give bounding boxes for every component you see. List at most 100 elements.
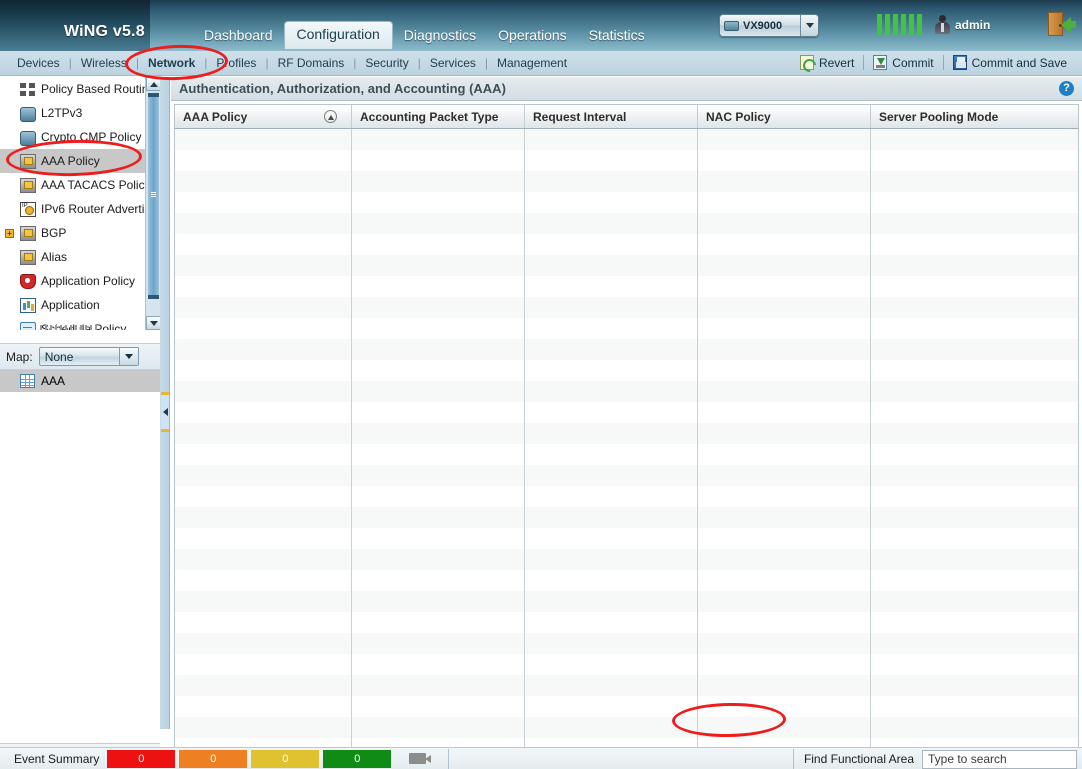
table-row[interactable] [175, 717, 1078, 738]
subnav-services[interactable]: Services [421, 54, 485, 72]
nav-operations[interactable]: Operations [487, 22, 577, 49]
table-cell [698, 654, 871, 675]
device-selector[interactable]: VX9000 [719, 14, 819, 37]
sidebar-item-application[interactable]: Application [0, 293, 145, 317]
column-header-accounting-packet-type[interactable]: Accounting Packet Type [352, 105, 525, 128]
nav-statistics[interactable]: Statistics [578, 22, 656, 49]
table-cell [175, 444, 352, 465]
table-row[interactable] [175, 255, 1078, 276]
table-row[interactable] [175, 360, 1078, 381]
nav-configuration[interactable]: Configuration [284, 21, 393, 49]
help-icon[interactable]: ? [1059, 81, 1074, 96]
find-functional-area-input[interactable]: Type to search [922, 750, 1077, 769]
table-row[interactable] [175, 654, 1078, 675]
scrollbar-thumb[interactable] [148, 93, 159, 299]
table-row[interactable] [175, 444, 1078, 465]
table-row[interactable] [175, 570, 1078, 591]
sidebar-item-policy-based-routing[interactable]: Policy Based Routing [0, 77, 145, 101]
device-icon [20, 107, 36, 122]
map-list-item[interactable]: AAA [0, 370, 160, 392]
table-row[interactable] [175, 402, 1078, 423]
event-chip[interactable]: 0 [323, 750, 391, 768]
table-cell [175, 591, 352, 612]
table-row[interactable] [175, 612, 1078, 633]
table-row[interactable] [175, 150, 1078, 171]
table-cell [698, 486, 871, 507]
table-row[interactable] [175, 549, 1078, 570]
table-row[interactable] [175, 675, 1078, 696]
user-menu[interactable]: admin [935, 15, 990, 34]
column-header-nac-policy[interactable]: NAC Policy [698, 105, 871, 128]
sidebar-item-bgp[interactable]: +BGP [0, 221, 145, 245]
tree-vertical-scrollbar[interactable] [145, 77, 160, 330]
panel-splitter[interactable] [160, 77, 170, 729]
scroll-down-arrow-icon[interactable] [146, 316, 161, 330]
table-row[interactable] [175, 297, 1078, 318]
scroll-up-arrow-icon[interactable] [146, 77, 161, 91]
sidebar-item-aaa-tacacs-policy[interactable]: AAA TACACS Policy [0, 173, 145, 197]
table-cell [871, 717, 1078, 738]
table-row[interactable] [175, 171, 1078, 192]
sidebar-item-aaa-policy[interactable]: AAA Policy [0, 149, 145, 173]
tree-resize-grip[interactable] [40, 325, 100, 330]
table-row[interactable] [175, 381, 1078, 402]
camera-icon[interactable] [409, 753, 426, 764]
table-cell [525, 612, 698, 633]
table-cell [698, 192, 871, 213]
chevron-down-icon[interactable] [800, 15, 818, 36]
find-functional-area: Find Functional Area Type to search [793, 748, 1082, 769]
table-row[interactable] [175, 234, 1078, 255]
sidebar-item-application-policy[interactable]: Application Policy [0, 269, 145, 293]
column-header-aaa-policy[interactable]: AAA Policy [175, 105, 352, 128]
table-row[interactable] [175, 276, 1078, 297]
device-icon [724, 21, 739, 31]
table-row[interactable] [175, 318, 1078, 339]
chevron-down-icon[interactable] [119, 348, 138, 365]
table-row[interactable] [175, 591, 1078, 612]
column-header-server-pooling-mode[interactable]: Server Pooling Mode [871, 105, 1078, 128]
map-bar: Map: None [0, 343, 160, 369]
sidebar-item-ipv6-router-advertise[interactable]: IPIPv6 Router Advertise [0, 197, 145, 221]
table-row[interactable] [175, 486, 1078, 507]
logout-door-icon[interactable] [1048, 12, 1076, 38]
revert-button[interactable]: Revert [791, 55, 863, 70]
column-header-request-interval[interactable]: Request Interval [525, 105, 698, 128]
page-title: Authentication, Authorization, and Accou… [171, 81, 1059, 96]
commit-icon [873, 55, 887, 70]
subnav-profiles[interactable]: Profiles [207, 54, 265, 72]
event-chip[interactable]: 0 [179, 750, 247, 768]
commit-and-save-button[interactable]: Commit and Save [944, 55, 1076, 70]
subnav-wireless[interactable]: Wireless [72, 54, 136, 72]
map-select-value: None [40, 350, 119, 364]
table-row[interactable] [175, 192, 1078, 213]
commit-button[interactable]: Commit [864, 55, 942, 70]
subnav-management[interactable]: Management [488, 54, 576, 72]
subnav-devices[interactable]: Devices [8, 54, 69, 72]
table-row[interactable] [175, 507, 1078, 528]
sidebar-item-alias[interactable]: Alias [0, 245, 145, 269]
event-chip[interactable]: 0 [251, 750, 319, 768]
sidebar-item-crypto-cmp-policy[interactable]: Crypto CMP Policy [0, 125, 145, 149]
table-row[interactable] [175, 528, 1078, 549]
map-select[interactable]: None [39, 347, 139, 366]
table-row[interactable] [175, 213, 1078, 234]
table-cell [871, 234, 1078, 255]
expand-icon[interactable]: + [5, 229, 14, 238]
table-cell [352, 423, 525, 444]
subnav-rf-domains[interactable]: RF Domains [269, 54, 354, 72]
sidebar-item-l2tpv3[interactable]: L2TPv3 [0, 101, 145, 125]
table-row[interactable] [175, 696, 1078, 717]
nav-dashboard[interactable]: Dashboard [193, 22, 284, 49]
table-row[interactable] [175, 339, 1078, 360]
event-chip[interactable]: 0 [107, 750, 175, 768]
table-row[interactable] [175, 465, 1078, 486]
table-row[interactable] [175, 129, 1078, 150]
table-cell [871, 171, 1078, 192]
subnav-network[interactable]: Network [139, 54, 204, 72]
table-row[interactable] [175, 633, 1078, 654]
nav-diagnostics[interactable]: Diagnostics [393, 22, 487, 49]
map-list-item-label: AAA [41, 374, 65, 388]
table-row[interactable] [175, 423, 1078, 444]
collapse-left-panel-handle[interactable] [161, 392, 169, 432]
subnav-security[interactable]: Security [356, 54, 417, 72]
